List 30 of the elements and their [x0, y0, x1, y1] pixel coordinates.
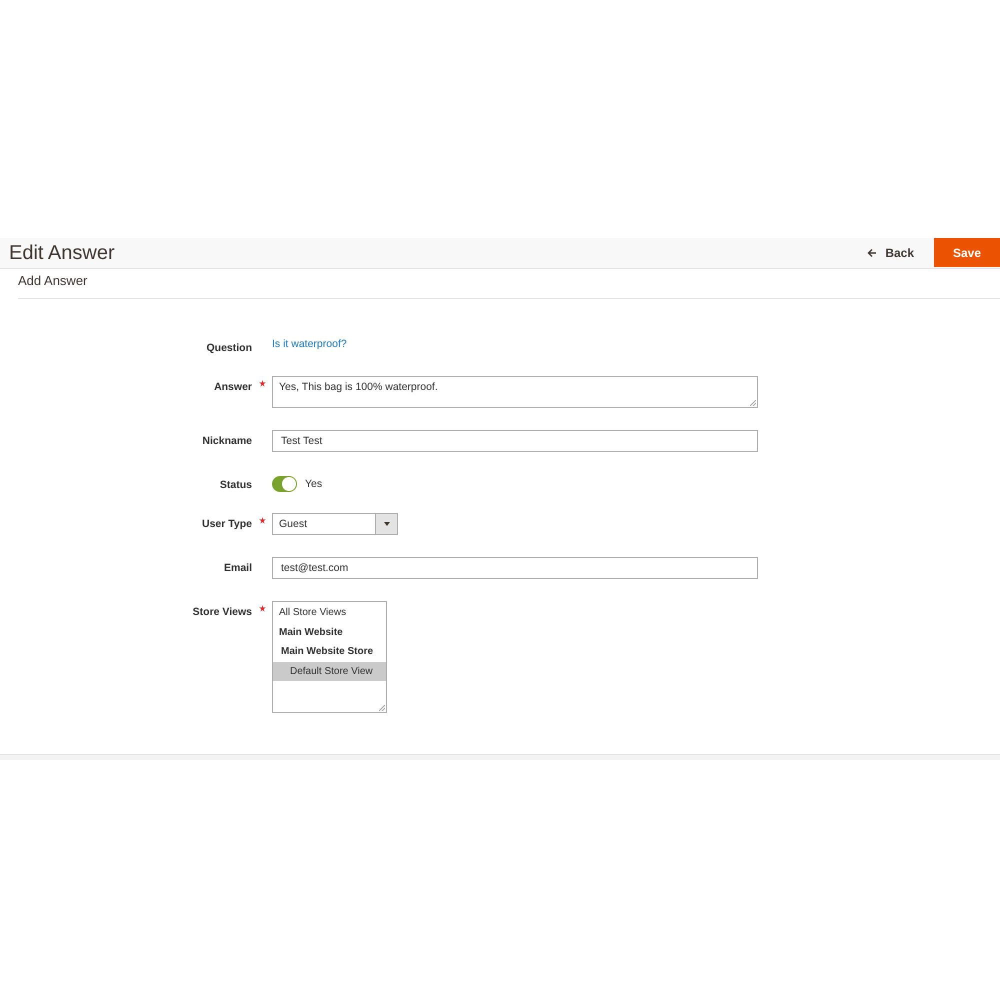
- store-view-option[interactable]: All Store Views: [273, 603, 386, 622]
- field-label: User Type: [202, 518, 252, 530]
- store-view-option[interactable]: Main Website: [273, 622, 386, 642]
- required-star-icon: [258, 605, 266, 612]
- back-arrow-icon: [867, 248, 878, 258]
- field-label: Answer: [214, 381, 252, 393]
- answer-field[interactable]: Yes, This bag is 100% waterproof.: [272, 376, 758, 408]
- text-field[interactable]: test@test.com: [272, 557, 758, 579]
- user-type-select[interactable]: Guest: [272, 513, 398, 535]
- store-views-list[interactable]: All Store Views Main Website Main Website Store Default Store View: [272, 601, 387, 713]
- question-link[interactable]: Is it waterproof?: [272, 337, 347, 354]
- text-field[interactable]: Test Test: [272, 430, 758, 452]
- resize-grip-icon[interactable]: [750, 400, 756, 406]
- save-button[interactable]: Save: [934, 238, 1000, 267]
- section-title: Add Answer: [18, 273, 88, 288]
- field-label: Nickname: [202, 435, 252, 447]
- status-toggle[interactable]: [272, 476, 297, 492]
- store-view-option[interactable]: Main Website Store: [273, 642, 386, 662]
- caret-icon: [384, 522, 390, 526]
- store-view-option[interactable]: Default Store View: [273, 662, 386, 681]
- back-button[interactable]: Back: [863, 246, 918, 260]
- field-label: Question: [206, 342, 252, 354]
- field-label: Store Views: [192, 606, 252, 618]
- field-label: Email: [224, 562, 252, 574]
- required-star-icon: [258, 517, 266, 524]
- field-label: Status: [220, 479, 252, 491]
- required-star-icon: [258, 380, 266, 387]
- toggle-label: Yes: [305, 478, 322, 490]
- resize-grip-icon[interactable]: [379, 705, 385, 711]
- page-title: Edit Answer: [9, 242, 116, 264]
